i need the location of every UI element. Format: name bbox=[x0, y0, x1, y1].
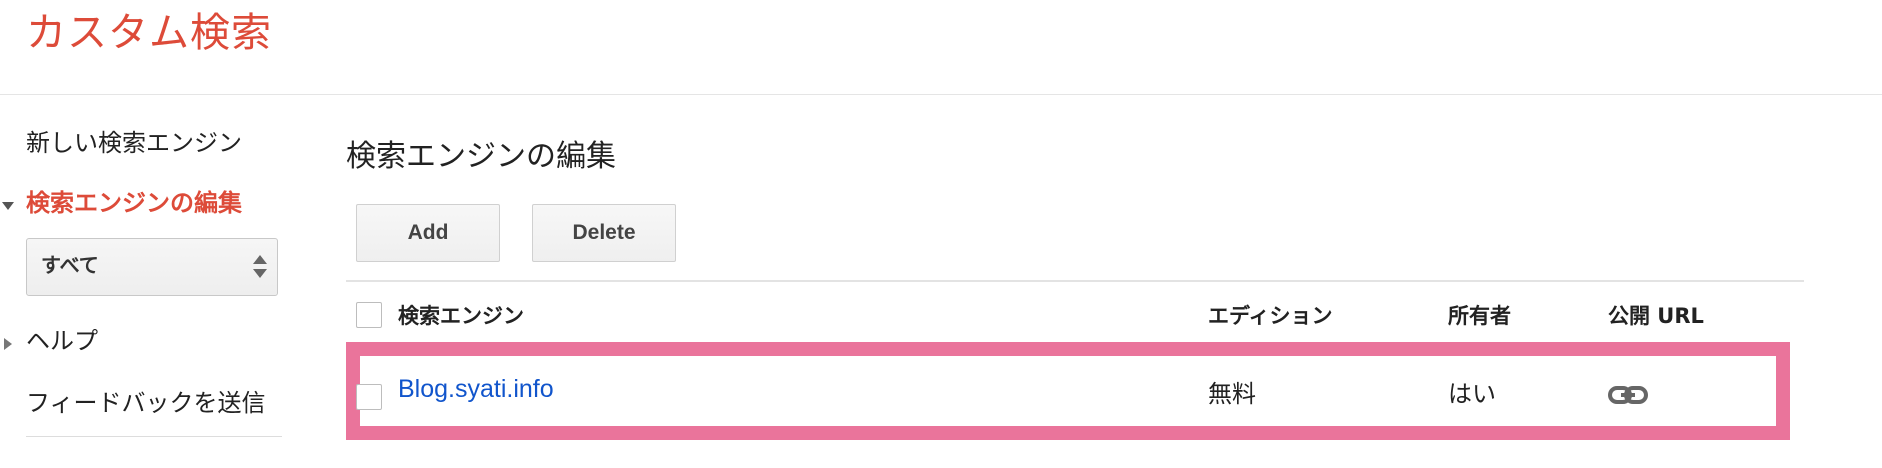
expand-arrow-right-icon[interactable] bbox=[4, 338, 12, 350]
table-divider bbox=[346, 280, 1804, 282]
up-down-arrows-icon bbox=[253, 255, 267, 281]
sidebar-divider bbox=[26, 436, 282, 437]
edition-cell: 無料 bbox=[1208, 380, 1256, 408]
delete-button[interactable]: Delete bbox=[532, 204, 676, 262]
owner-cell: はい bbox=[1448, 380, 1496, 408]
app-title: カスタム検索 bbox=[26, 10, 272, 56]
expand-arrow-down-icon[interactable] bbox=[2, 202, 14, 210]
sidebar-item-edit-engine[interactable]: 検索エンジンの編集 bbox=[26, 188, 242, 218]
row-highlight-annotation bbox=[346, 342, 1790, 440]
column-header-public-url[interactable]: 公開 URL bbox=[1608, 302, 1704, 330]
column-header-edition[interactable]: エディション bbox=[1208, 302, 1333, 330]
select-all-checkbox[interactable] bbox=[356, 302, 382, 328]
custom-search-page: カスタム検索 新しい検索エンジン 検索エンジンの編集 すべて ヘルプ フィードバ… bbox=[0, 0, 1882, 468]
sidebar-item-help[interactable]: ヘルプ bbox=[26, 326, 98, 356]
filter-select-value: すべて bbox=[41, 253, 99, 277]
link-icon[interactable] bbox=[1608, 383, 1648, 407]
sidebar-item-new-engine[interactable]: 新しい検索エンジン bbox=[26, 128, 242, 158]
page-title: 検索エンジンの編集 bbox=[346, 139, 616, 174]
column-header-engine[interactable]: 検索エンジン bbox=[398, 302, 524, 330]
column-header-owner[interactable]: 所有者 bbox=[1448, 302, 1511, 330]
engine-name-link[interactable]: Blog.syati.info bbox=[398, 372, 554, 406]
sidebar-item-feedback[interactable]: フィードバックを送信 bbox=[26, 388, 266, 418]
add-button[interactable]: Add bbox=[356, 204, 500, 262]
header-divider bbox=[0, 94, 1882, 95]
row-checkbox[interactable] bbox=[356, 384, 382, 410]
engine-filter-select[interactable]: すべて bbox=[26, 238, 278, 296]
